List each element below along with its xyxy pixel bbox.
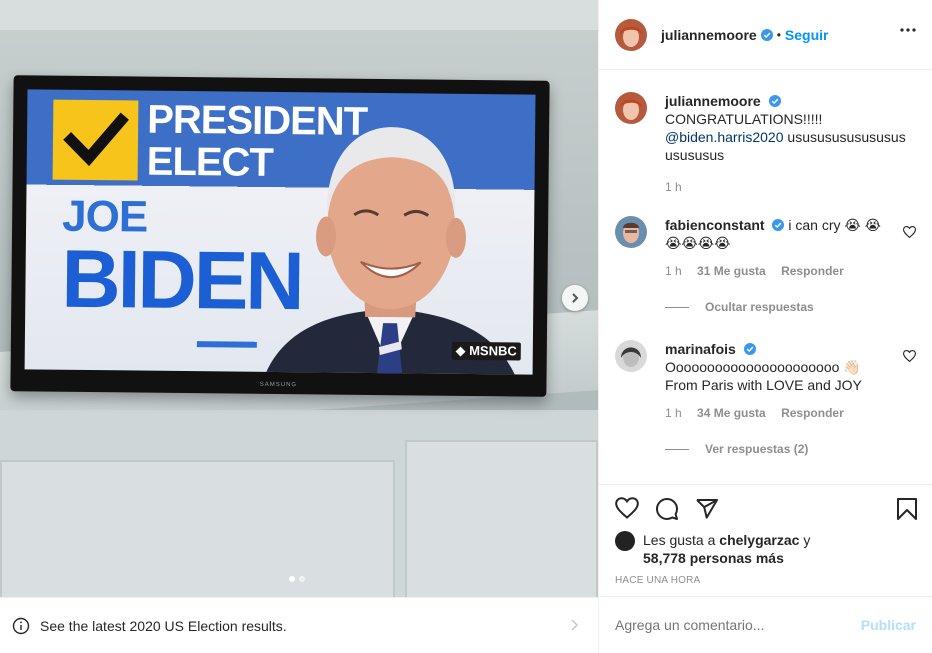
comment-meta: 1 h 31 Me gusta Responder [665,264,916,278]
comment-bubble-icon[interactable] [655,497,679,521]
comment-username[interactable]: fabienconstant [665,217,765,233]
avatar[interactable] [615,18,647,51]
info-icon [12,617,30,634]
cabinet-door-right [405,440,598,597]
header-separator: • [776,27,781,42]
tv-brand: SAMSUNG [259,381,298,389]
avatar[interactable] [615,92,647,124]
add-comment-bar: Publicar [599,596,932,653]
likes-text: Les gusta a chelygarzac y 58,778 persona… [643,531,810,567]
follow-button[interactable]: Seguir [785,27,829,43]
likes-suffix: y [799,532,811,548]
comment-time[interactable]: 1 h [665,264,682,278]
reply-button[interactable]: Responder [781,264,844,278]
avatar-image [615,340,647,372]
comment-likes[interactable]: 31 Me gusta [697,264,766,278]
share-send-icon[interactable] [695,497,719,521]
publish-button[interactable]: Publicar [861,617,916,633]
chevron-right-icon [572,293,579,303]
comment-body: marinafois Oooooooooooooooooooooo 👋🏻 Fro… [665,340,916,394]
caption-time[interactable]: 1 h [665,180,682,194]
comment: marinafois Oooooooooooooooooooooo 👋🏻 Fro… [615,340,916,456]
comment-text: i can cry 😭 😭 [788,217,881,233]
avatar-image [615,92,647,124]
comment-body: fabienconstant i can cry 😭 😭 😭😭😭😭 [665,216,916,252]
caption-line-2: usususususususus [783,129,906,145]
carousel-dot [299,576,305,582]
avatar[interactable] [615,216,647,248]
accent-bar [196,341,257,348]
hide-replies-toggle[interactable]: Ocultar respuestas [665,300,916,314]
television: PRESIDENT ELECT JOE BIDEN ◆ MSNBC SAMSUN… [10,75,550,397]
network-logo: ◆ MSNBC [451,341,521,361]
carousel-dots [289,576,305,582]
likes-user[interactable]: chelygarzac [719,532,799,548]
save-bookmark-icon[interactable] [896,497,918,521]
caption-username[interactable]: juliannemoore [665,93,761,109]
comment-text-line-2: 😭😭😭😭 [665,235,731,251]
replies-line [665,306,689,308]
avatar[interactable] [615,340,647,372]
caption-body: juliannemoore CONGRATULATIONS!!!!! @bide… [665,92,916,164]
post-side-panel: juliannemoore • Seguir juliannemoore CON… [598,0,932,653]
comment-text: Oooooooooooooooooooooo 👋🏻 [665,359,861,375]
comment-text-line-2: From Paris with LOVE and JOY [665,377,862,393]
comments-list[interactable]: juliannemoore CONGRATULATIONS!!!!! @bide… [599,70,932,484]
likes-summary: Les gusta a chelygarzac y 58,778 persona… [615,531,810,567]
peacock-icon: ◆ [455,342,466,358]
wall-shelf [0,0,598,30]
carousel-dot-active [289,576,295,582]
like-heart-icon[interactable] [615,497,639,519]
checkmark-box [52,99,139,181]
verified-badge-icon [760,28,773,41]
post-actions: Les gusta a chelygarzac y 58,778 persona… [599,484,932,596]
replies-line [665,448,689,450]
avatar-image [615,18,647,51]
comment-time[interactable]: 1 h [665,406,682,420]
likes-prefix: Les gusta a [643,532,720,548]
replies-toggle-label: Ver respuestas (2) [705,442,809,456]
liker-avatar[interactable] [615,531,635,551]
replies-toggle-label: Ocultar respuestas [705,300,814,314]
header-username[interactable]: juliannemoore [661,27,757,43]
verified-badge-icon [768,95,781,107]
like-comment-heart-icon[interactable] [903,226,916,238]
caption-mention[interactable]: @biden.harris2020 [665,129,784,145]
caption-line-1: CONGRATULATIONS!!!!! [665,111,823,127]
likes-count[interactable]: 58,778 personas más [643,550,784,566]
caption-meta: 1 h [665,180,916,194]
comment-likes[interactable]: 34 Me gusta [697,406,766,420]
verified-badge-icon [743,343,756,355]
post-photo[interactable]: PRESIDENT ELECT JOE BIDEN ◆ MSNBC SAMSUN… [0,0,598,597]
cabinet-door-left [0,460,395,597]
avatar-image [615,216,647,248]
reply-button[interactable]: Responder [781,406,844,420]
tv-screen: PRESIDENT ELECT JOE BIDEN ◆ MSNBC [24,89,536,375]
more-options-icon[interactable] [900,28,916,32]
comment-username[interactable]: marinafois [665,341,736,357]
like-comment-heart-icon[interactable] [903,350,916,362]
network-logo-text: MSNBC [469,342,517,359]
checkmark-icon [63,112,129,167]
chevron-right-icon [571,619,579,631]
portrait-image [264,127,517,375]
caption: juliannemoore CONGRATULATIONS!!!!! @bide… [615,92,916,194]
comment: fabienconstant i can cry 😭 😭 😭😭😭😭 1 h 31… [615,216,916,314]
election-info-bar[interactable]: See the latest 2020 US Election results. [0,597,598,653]
post-timestamp[interactable]: HACE UNA HORA [615,575,700,586]
election-bar-text: See the latest 2020 US Election results. [40,617,287,634]
post-header: juliannemoore • Seguir [599,0,932,70]
verified-badge-icon [772,219,785,231]
view-replies-toggle[interactable]: Ver respuestas (2) [665,442,916,456]
carousel-next-button[interactable] [562,285,588,311]
comment-meta: 1 h 34 Me gusta Responder [665,406,916,420]
caption-line-3: usususus [665,147,725,163]
comment-input[interactable] [615,617,861,633]
